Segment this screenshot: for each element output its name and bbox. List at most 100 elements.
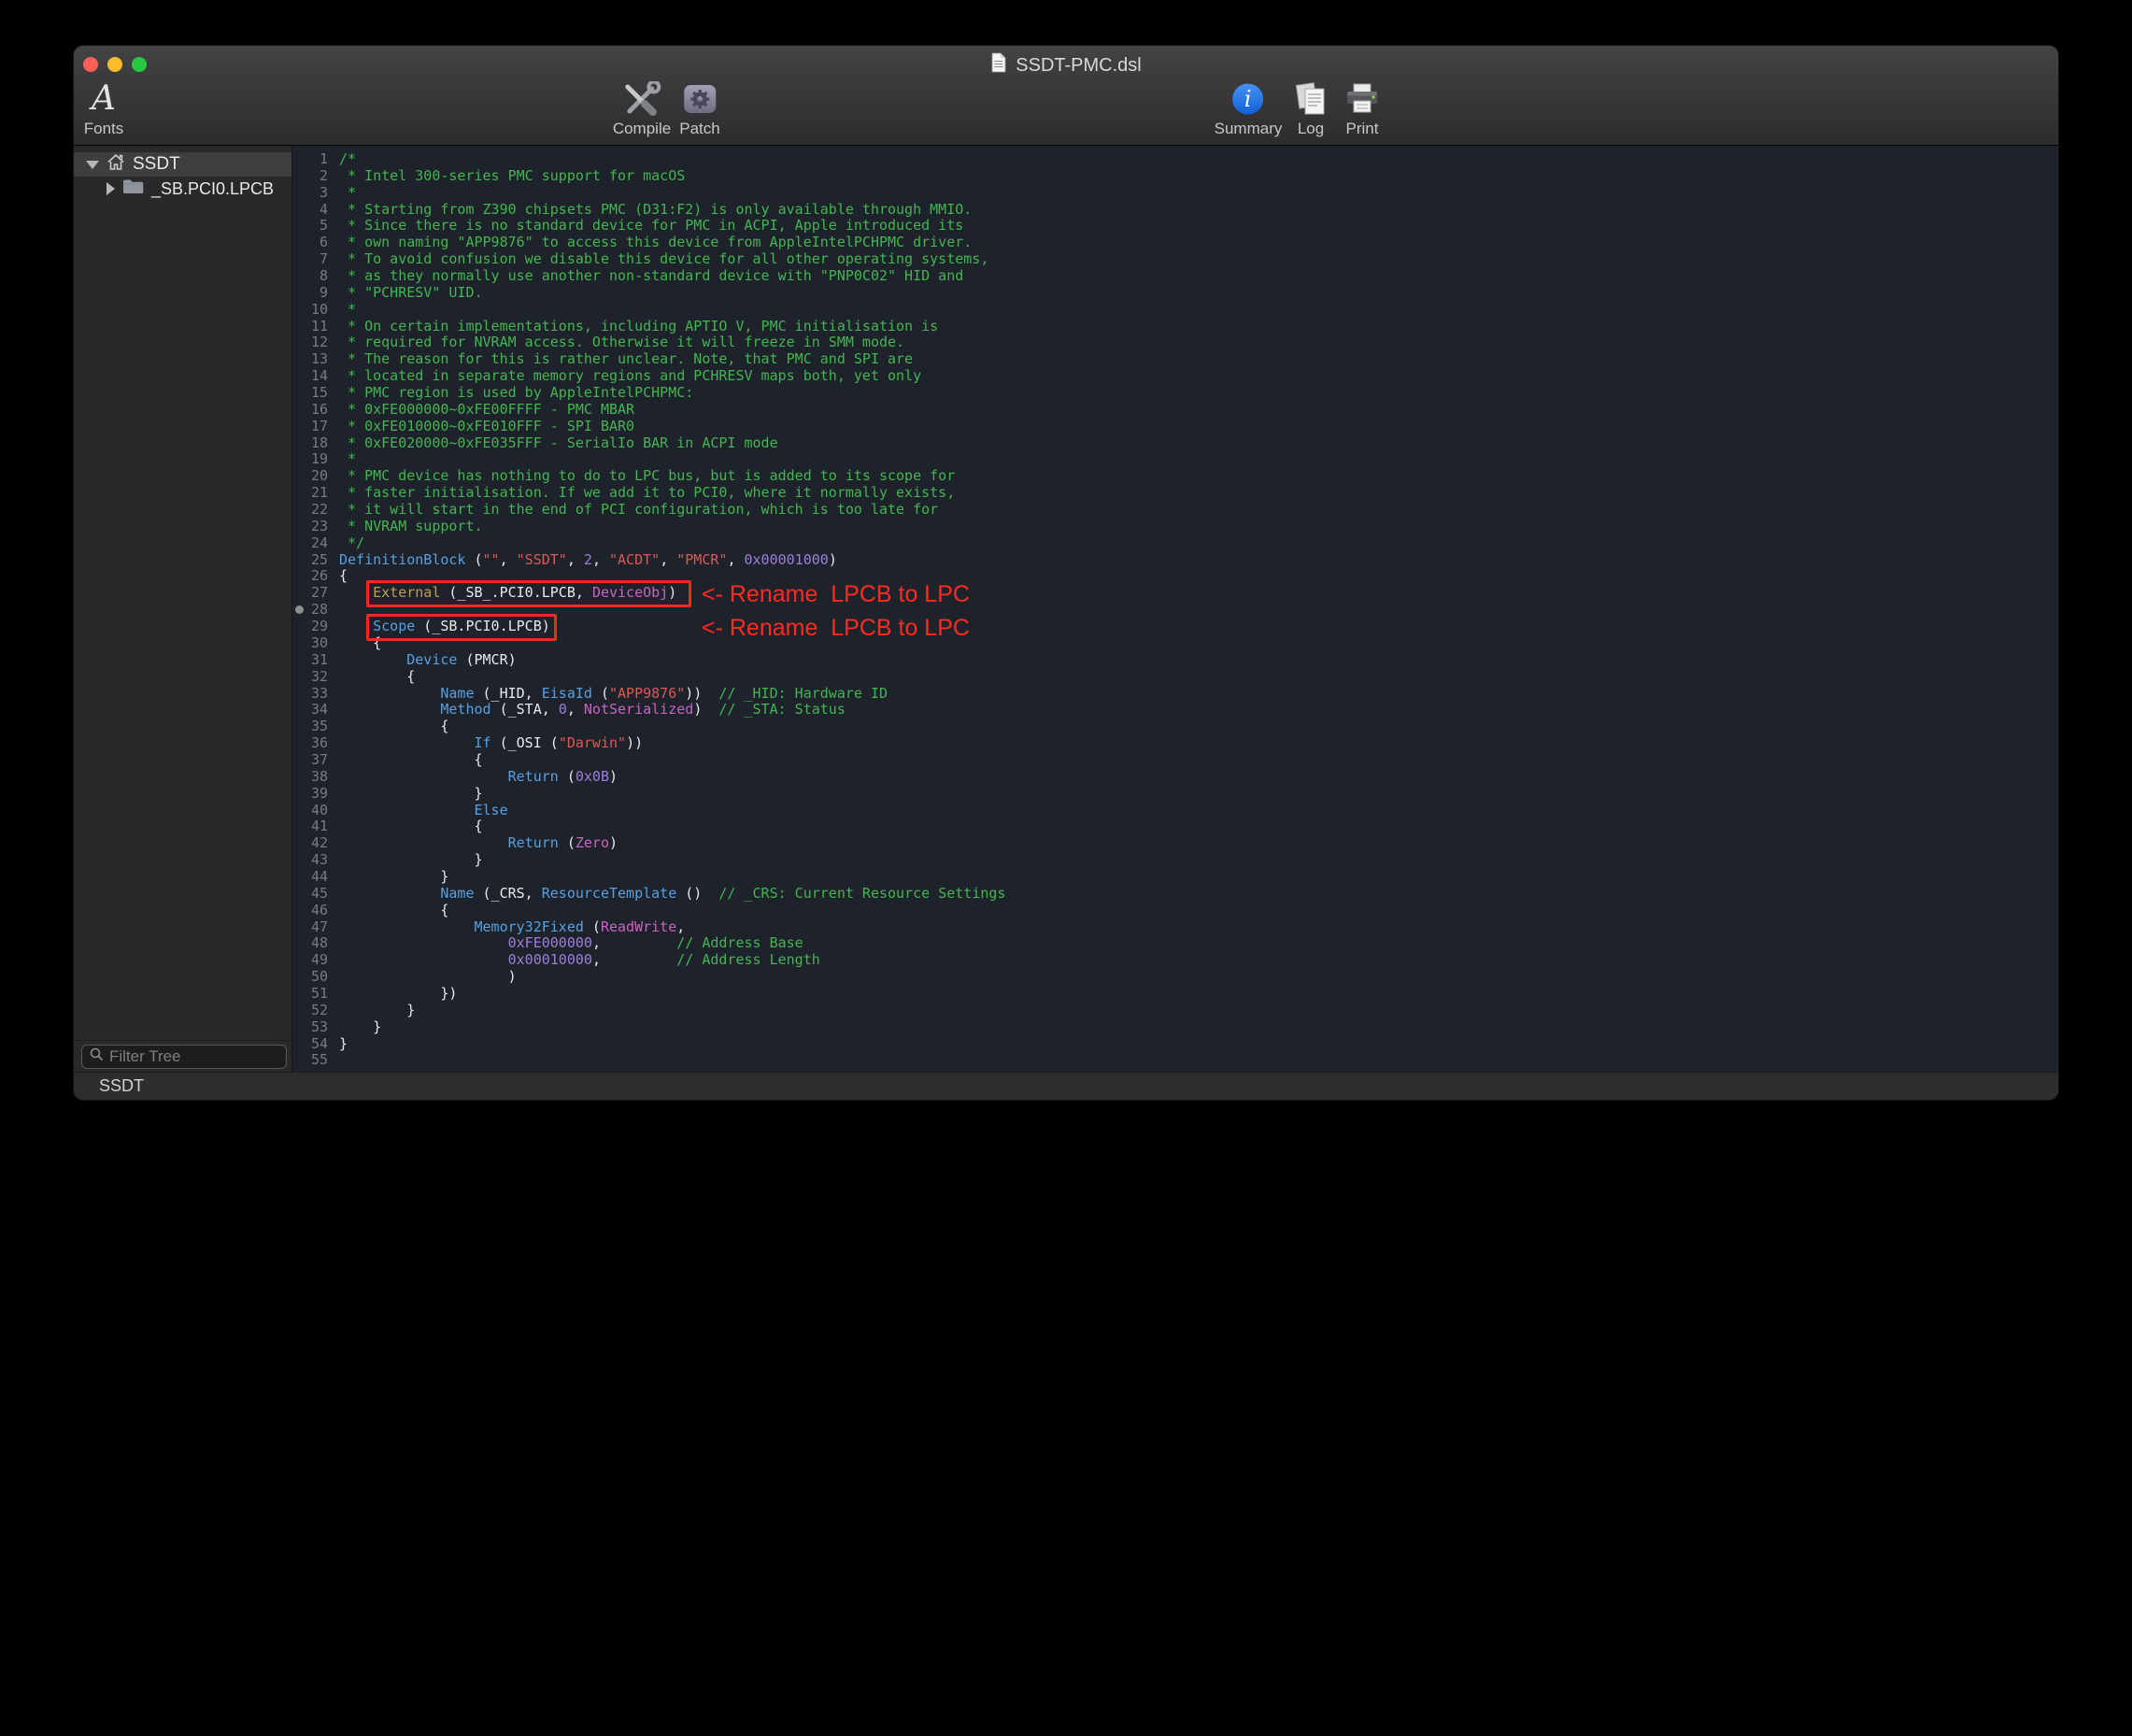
code-line: Method (_STA, 0, NotSerialized) // _STA:… [339, 702, 1005, 719]
code-line: } [339, 1003, 1005, 1019]
line-number: 34 [292, 702, 328, 719]
desktop-background: SSDT-PMC.dsl A Fonts Compile [0, 0, 2132, 1736]
line-number: 20 [292, 468, 328, 485]
code-line: * 0xFE010000~0xFE010FFF - SPI BAR0 [339, 419, 1005, 435]
line-number: 5 [292, 218, 328, 235]
line-number: 41 [292, 818, 328, 835]
line-number: 6 [292, 235, 328, 251]
code-line: * 0xFE000000~0xFE00FFFF - PMC MBAR [339, 402, 1005, 419]
annotation-box-external [366, 580, 691, 607]
code-line: * On certain implementations, including … [339, 319, 1005, 335]
summary-button[interactable]: i Summary [1215, 79, 1283, 138]
code-line: 0x00010000, // Address Length [339, 952, 1005, 969]
line-number: 21 [292, 485, 328, 502]
code-line: Name (_CRS, ResourceTemplate () // _CRS:… [339, 886, 1005, 903]
print-button[interactable]: Print [1344, 79, 1380, 138]
line-number: 4 [292, 202, 328, 219]
log-label: Log [1294, 120, 1328, 138]
code-line: Return (0x0B) [339, 769, 1005, 786]
line-number: 49 [292, 952, 328, 969]
code-line: * PMC device has nothing to do to LPC bu… [339, 468, 1005, 485]
disclosure-expanded-icon[interactable] [86, 161, 99, 169]
code-line: * "PCHRESV" UID. [339, 285, 1005, 302]
line-number: 10 [292, 302, 328, 319]
fonts-label: Fonts [84, 120, 124, 138]
line-number: 9 [292, 285, 328, 302]
code-line: If (_OSI ("Darwin")) [339, 735, 1005, 752]
line-number: 18 [292, 435, 328, 452]
code-line: { [339, 669, 1005, 686]
printer-icon [1344, 79, 1380, 119]
fonts-icon: A [92, 80, 116, 118]
code-line: { [339, 818, 1005, 835]
compile-tools-icon [613, 79, 671, 119]
code-line: * To avoid confusion we disable this dev… [339, 251, 1005, 268]
line-number: 1 [292, 151, 328, 168]
code-line: } [339, 869, 1005, 886]
line-number: 23 [292, 519, 328, 535]
code-line: * required for NVRAM access. Otherwise i… [339, 334, 1005, 351]
window-title: SSDT-PMC.dsl [1016, 55, 1141, 77]
line-number: 16 [292, 402, 328, 419]
document-icon [990, 52, 1007, 78]
compile-button[interactable]: Compile [613, 79, 671, 138]
code-line: * PMC region is used by AppleIntelPCHPMC… [339, 385, 1005, 402]
tree-item-lpcb[interactable]: _SB.PCI0.LPCB [74, 177, 291, 201]
line-number: 44 [292, 869, 328, 886]
code-line: /* [339, 151, 1005, 168]
code-line: { [339, 752, 1005, 769]
log-button[interactable]: Log [1294, 79, 1328, 138]
code-line: } [339, 786, 1005, 803]
filter-tree-input[interactable] [109, 1047, 278, 1066]
tree-item-label: SSDT [133, 154, 180, 175]
status-bar: SSDT [74, 1072, 2058, 1100]
line-number: 31 [292, 652, 328, 669]
summary-label: Summary [1215, 120, 1283, 138]
line-number: 7 [292, 251, 328, 268]
code-line: DefinitionBlock ("", "SSDT", 2, "ACDT", … [339, 552, 1005, 569]
line-number: 33 [292, 686, 328, 703]
line-number: 46 [292, 903, 328, 919]
print-label: Print [1344, 120, 1380, 138]
log-pages-icon [1294, 79, 1328, 119]
line-number: 52 [292, 1003, 328, 1019]
code-line: } [339, 1019, 1005, 1036]
line-number: 26 [292, 568, 328, 585]
disclosure-collapsed-icon[interactable] [107, 182, 115, 195]
patch-button[interactable]: Patch [679, 79, 719, 138]
line-number: 3 [292, 185, 328, 202]
line-number: 53 [292, 1019, 328, 1036]
line-number: 48 [292, 935, 328, 952]
code-line: } [339, 1036, 1005, 1053]
compile-label: Compile [613, 120, 671, 138]
code-line: Else [339, 803, 1005, 819]
code-editor[interactable]: 1234567891011121314151617181920212223242… [292, 146, 2058, 1072]
code-line: 0xFE000000, // Address Base [339, 935, 1005, 952]
tree-item-ssdt[interactable]: SSDT [74, 152, 291, 177]
line-number: 2 [292, 168, 328, 185]
line-number: 27 [292, 585, 328, 602]
annotation-label-rename-1: <- Rename LPCB to LPC [702, 581, 970, 607]
filter-field[interactable] [81, 1045, 287, 1069]
line-number: 40 [292, 803, 328, 819]
line-number: 15 [292, 385, 328, 402]
code-line: } [339, 852, 1005, 869]
code-line: { [339, 903, 1005, 919]
code-line: * own naming "APP9876" to access this de… [339, 235, 1005, 251]
line-number: 43 [292, 852, 328, 869]
code-line: * The reason for this is rather unclear.… [339, 351, 1005, 368]
line-number: 32 [292, 669, 328, 686]
code-line: * [339, 451, 1005, 468]
titlebar-toolbar: SSDT-PMC.dsl A Fonts Compile [74, 46, 2058, 146]
fonts-button[interactable]: A Fonts [84, 79, 124, 138]
code-line: * 0xFE020000~0xFE035FFF - SerialIo BAR i… [339, 435, 1005, 452]
line-number: 17 [292, 419, 328, 435]
line-number: 8 [292, 268, 328, 285]
filter-strip [74, 1040, 291, 1072]
annotation-label-rename-2: <- Rename LPCB to LPC [702, 615, 970, 641]
main-content: SSDT _SB.PCI0.LPCB [74, 146, 2058, 1072]
status-text: SSDT [99, 1076, 144, 1096]
code-line: Return (Zero) [339, 835, 1005, 852]
search-icon [90, 1047, 104, 1066]
patch-label: Patch [679, 120, 719, 138]
